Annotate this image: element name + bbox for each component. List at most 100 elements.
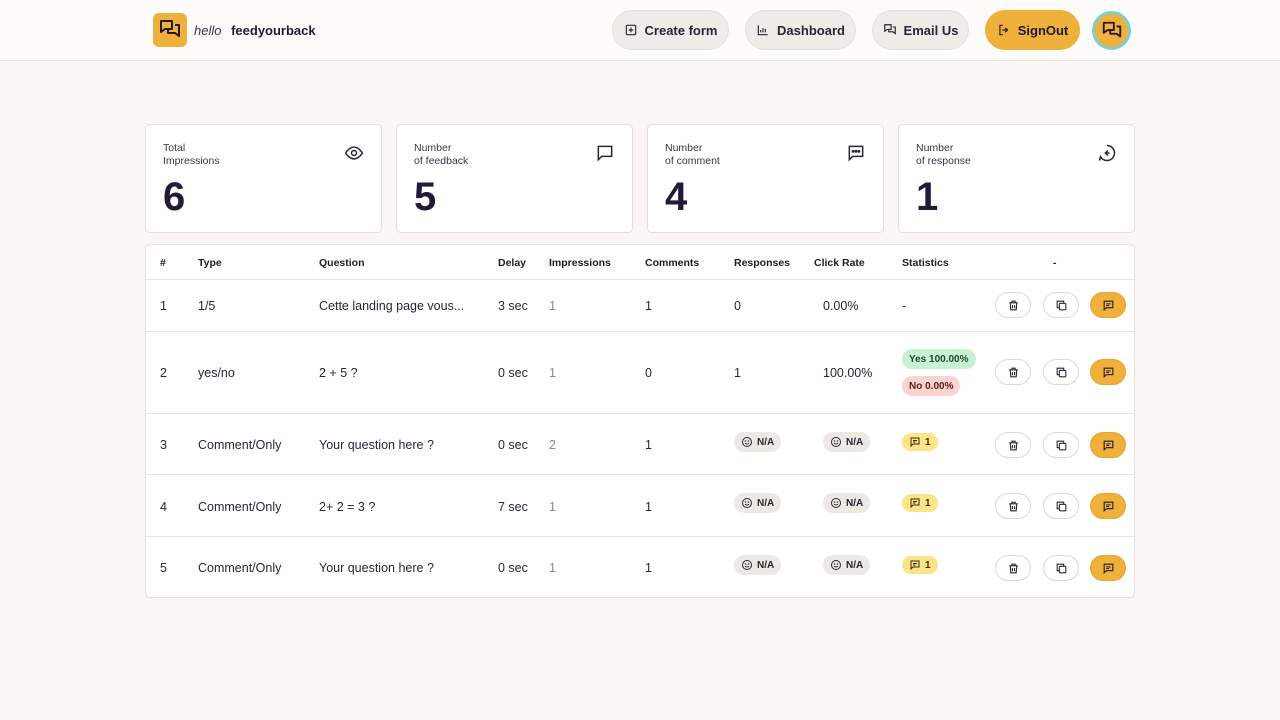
cell-type: 1/5 xyxy=(198,299,216,313)
cell-comments: 1 xyxy=(645,299,652,313)
stat-label: Number of response xyxy=(916,142,971,168)
comment-count: 1 xyxy=(925,436,931,448)
cell-click-rate: 0.00% xyxy=(823,299,859,313)
stat-card-feedback: Number of feedback 5 xyxy=(396,124,633,233)
comment-count-badge: 1 xyxy=(902,556,938,574)
cell-question: Your question here ? xyxy=(319,561,434,575)
cell-num: 2 xyxy=(160,366,167,380)
responses-na-badge: N/A xyxy=(734,555,782,575)
message-icon xyxy=(1103,501,1113,512)
na-label: N/A xyxy=(846,497,864,509)
brand-name: feedyourback xyxy=(231,23,316,38)
stat-label-line1: Number xyxy=(665,142,703,154)
stat-label: Number of comment xyxy=(665,142,720,168)
message-icon xyxy=(910,560,920,571)
stat-card-response: Number of response 1 xyxy=(898,124,1135,233)
delete-button[interactable] xyxy=(995,555,1031,581)
cell-responses: 0 xyxy=(734,299,741,313)
cell-comments: 0 xyxy=(645,366,652,380)
delete-button[interactable] xyxy=(995,359,1031,385)
delete-button[interactable] xyxy=(995,432,1031,458)
dashboard-button[interactable]: Dashboard xyxy=(745,10,856,50)
create-form-label: Create form xyxy=(644,22,718,38)
cell-delay: 0 sec xyxy=(498,561,528,575)
table-row: 3 Comment/Only Your question here ? 0 se… xyxy=(146,413,1134,475)
responses-na-badge: N/A xyxy=(734,432,782,452)
duplicate-button[interactable] xyxy=(1043,359,1079,385)
smile-icon xyxy=(831,498,841,508)
cell-click-rate: 100.00% xyxy=(823,366,873,380)
copy-icon xyxy=(1056,501,1066,511)
cell-statistics: - xyxy=(902,299,907,313)
smile-icon xyxy=(742,560,752,570)
chart-icon xyxy=(757,25,768,36)
reply-icon xyxy=(1098,144,1116,162)
chat-icon xyxy=(883,24,896,35)
smile-icon xyxy=(831,560,841,570)
trash-icon xyxy=(1008,300,1018,310)
stat-value: 6 xyxy=(163,175,186,219)
view-feedback-button[interactable] xyxy=(1090,359,1126,385)
delete-button[interactable] xyxy=(995,493,1031,519)
duplicate-button[interactable] xyxy=(1043,555,1079,581)
table-row: 5 Comment/Only Your question here ? 0 se… xyxy=(146,536,1134,597)
stat-value: 4 xyxy=(665,175,688,219)
cell-num: 3 xyxy=(160,438,167,452)
view-feedback-button[interactable] xyxy=(1090,292,1126,318)
header-delay: Delay xyxy=(498,257,527,269)
comment-count: 1 xyxy=(925,497,931,509)
cell-impressions: 1 xyxy=(549,561,556,575)
na-label: N/A xyxy=(757,436,775,448)
cell-delay: 0 sec xyxy=(498,438,528,452)
feedback-table: # Type Question Delay Impressions Commen… xyxy=(145,244,1135,598)
logo[interactable] xyxy=(153,13,187,47)
create-form-button[interactable]: Create form xyxy=(612,10,729,50)
stat-label: Number of feedback xyxy=(414,142,468,168)
copy-icon xyxy=(1056,563,1066,573)
table-row: 2 yes/no 2 + 5 ? 0 sec 1 0 1 100.00% Yes… xyxy=(146,331,1134,413)
email-us-button[interactable]: Email Us xyxy=(872,10,969,50)
header-question: Question xyxy=(319,257,365,269)
view-feedback-button[interactable] xyxy=(1090,432,1126,458)
stat-label: Total Impressions xyxy=(163,142,220,168)
header-num: # xyxy=(160,257,166,269)
logout-icon xyxy=(999,24,1009,36)
view-feedback-button[interactable] xyxy=(1090,555,1126,581)
email-us-label: Email Us xyxy=(903,22,959,38)
trash-icon xyxy=(1008,367,1018,377)
stat-label-line1: Number xyxy=(414,142,452,154)
cell-type: yes/no xyxy=(198,366,235,380)
cell-type: Comment/Only xyxy=(198,438,282,452)
cell-delay: 7 sec xyxy=(498,500,528,514)
cell-impressions: 1 xyxy=(549,366,556,380)
avatar[interactable] xyxy=(1092,11,1131,50)
click-rate-na-badge: N/A xyxy=(823,555,871,575)
cell-question: Your question here ? xyxy=(319,438,434,452)
stat-label-line2: Impressions xyxy=(163,155,220,167)
cell-delay: 0 sec xyxy=(498,366,528,380)
trash-icon xyxy=(1008,501,1018,511)
header-impressions: Impressions xyxy=(549,257,611,269)
header-actions: - xyxy=(1053,257,1057,269)
delete-button[interactable] xyxy=(995,292,1031,318)
signout-button[interactable]: SignOut xyxy=(985,10,1080,50)
top-header: hello feedyourback Create form Dashboard… xyxy=(0,0,1280,61)
message-icon xyxy=(910,498,920,509)
stat-card-comment: Number of comment 4 xyxy=(647,124,884,233)
copy-icon xyxy=(1056,300,1066,310)
message-icon xyxy=(1103,563,1113,574)
cell-question: 2+ 2 = 3 ? xyxy=(319,500,376,514)
duplicate-button[interactable] xyxy=(1043,292,1079,318)
cell-comments: 1 xyxy=(645,561,652,575)
chat-bubble-icon xyxy=(597,145,613,162)
responses-na-badge: N/A xyxy=(734,493,782,513)
duplicate-button[interactable] xyxy=(1043,432,1079,458)
eye-icon xyxy=(344,146,364,160)
stat-label-line2: of feedback xyxy=(414,155,469,167)
message-icon xyxy=(910,437,920,448)
view-feedback-button[interactable] xyxy=(1090,493,1126,519)
cell-impressions: 1 xyxy=(549,500,556,514)
smile-icon xyxy=(742,498,752,508)
comment-count-badge: 1 xyxy=(902,433,938,451)
duplicate-button[interactable] xyxy=(1043,493,1079,519)
